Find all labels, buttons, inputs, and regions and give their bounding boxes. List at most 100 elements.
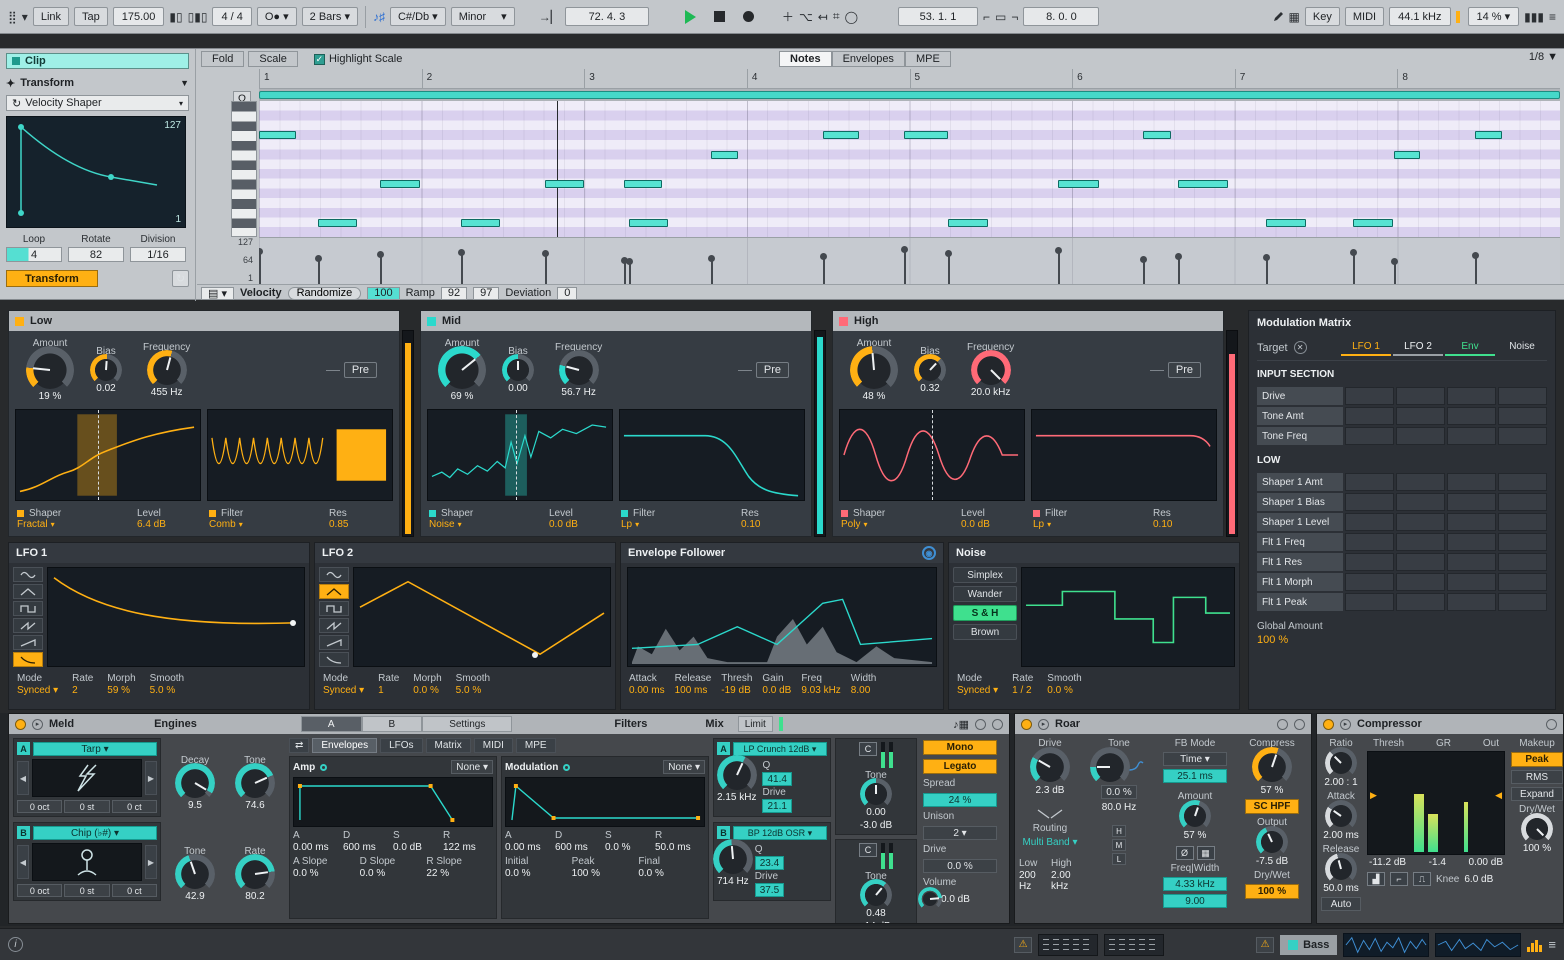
amount-knob[interactable] [443,351,481,389]
fb-time-field[interactable]: 25.1 ms [1163,769,1227,783]
bias-knob[interactable] [95,359,117,381]
capture-midi-icon[interactable]: ⌗ [833,9,840,24]
filter-display[interactable] [1031,409,1217,501]
amp-mod-select[interactable]: None ▾ [451,760,493,774]
noise-param[interactable]: Rate1 / 2 [1012,673,1033,696]
matrix-target-label[interactable]: Shaper 1 Bias [1257,493,1343,511]
scale-button[interactable]: Scale [248,51,298,67]
midi-note[interactable] [823,131,859,139]
midi-note[interactable] [1394,151,1420,159]
matrix-cell[interactable] [1345,387,1394,405]
midi-note[interactable] [1058,180,1099,188]
matrix-cell[interactable] [1345,593,1394,611]
sine-shape-icon[interactable] [319,567,349,582]
transform-section-header[interactable]: ✦ Transform ▼ [6,75,189,91]
groove-amount-button[interactable]: O● ▾ [257,7,297,26]
midi-note[interactable] [629,219,668,227]
loop-length-field[interactable]: 8. 0. 0 [1023,7,1099,26]
legato-button[interactable]: Legato [923,759,997,774]
fb-mode-select[interactable]: Time ▾ [1163,752,1227,766]
triangle-shape-icon[interactable] [319,584,349,599]
mini-automation-view[interactable] [1104,934,1164,956]
shaper-type-select[interactable]: Noise▾ [429,519,549,530]
midi-map-button[interactable]: MIDI [1345,7,1384,26]
matrix-cell[interactable] [1447,513,1496,531]
saw-shape-icon[interactable] [319,618,349,633]
noise-type-button[interactable]: S & H [953,605,1017,621]
matrix-cell[interactable] [1447,493,1496,511]
scale-icon[interactable]: ♪♯ [373,10,385,24]
matrix-target-label[interactable]: Tone Amt [1257,407,1343,425]
octave-field[interactable]: 0 oct [17,800,62,813]
roar-tone-knob[interactable] [1095,752,1125,782]
env-param[interactable]: R122 ms [443,830,493,853]
amount-knob[interactable] [31,351,69,389]
midi-note[interactable] [1475,131,1502,139]
mod-dot-icon[interactable] [320,764,327,771]
lfo-param[interactable]: Smooth5.0 % [456,673,490,696]
env-param[interactable]: Attack0.00 ms [629,673,665,696]
dry-wet-field[interactable]: 100 % [1245,884,1299,899]
overview-toggle-icon[interactable]: ≡ [1549,10,1556,24]
routing-select[interactable]: Multi Band ▾ [1022,837,1077,848]
midi-note[interactable] [461,219,500,227]
matrix-cell[interactable] [1498,427,1547,445]
res-field[interactable]: 0.10 [741,519,811,530]
scale-root-menu[interactable]: C#/Db ▾ [390,7,446,26]
env-param[interactable]: Width8.00 [851,673,877,696]
meld-tab[interactable]: A [301,716,362,732]
midi-note[interactable] [1353,219,1393,227]
matrix-cell[interactable] [1447,407,1496,425]
rotate-field[interactable]: 82 [68,247,124,262]
env-param[interactable]: A Slope0.0 % [293,856,360,879]
punch-out-icon[interactable]: ¬ [1011,10,1018,24]
midi-note[interactable] [1143,131,1171,139]
velocity-marker[interactable] [545,256,547,284]
compressor-title-bar[interactable]: ▸ Compressor [1317,714,1563,734]
clear-target-icon[interactable]: ✕ [1294,341,1307,354]
env-param[interactable]: Final0.0 % [638,856,705,879]
dry-wet-knob[interactable] [1526,818,1548,840]
shaper-display[interactable] [15,409,201,501]
mix-b-tone-knob[interactable] [865,884,887,906]
engine-a-select[interactable]: Tarp ▾ [33,742,157,756]
next-engine-icon[interactable]: ▶ [145,761,157,795]
res-field[interactable]: 0.85 [329,519,399,530]
matrix-target-label[interactable]: Shaper 1 Level [1257,513,1343,531]
meld-tab[interactable]: B [362,716,423,732]
device-on-toggle[interactable] [15,719,26,730]
matrix-target-label[interactable]: Flt 1 Freq [1257,533,1343,551]
matrix-cell[interactable] [1345,573,1394,591]
velocity-marker[interactable] [904,252,906,284]
knee-field[interactable]: 6.0 dB [1464,874,1493,885]
editor-tab[interactable]: MPE [905,51,951,67]
prev-engine-icon[interactable]: ◀ [17,761,29,795]
velocity-marker[interactable] [823,259,825,284]
low-split-field[interactable]: 200 Hz [1019,870,1043,892]
matrix-cell[interactable] [1447,387,1496,405]
listen-icon[interactable]: ◉ [922,546,936,560]
meld-tab[interactable]: Settings [422,716,512,732]
automation-alert-icon[interactable]: ⚠ [1014,937,1032,953]
tap-button[interactable]: Tap [74,7,108,26]
envelope-follower-display[interactable] [627,567,937,667]
tempo-field[interactable]: 175.00 [113,7,165,26]
matrix-cell[interactable] [1498,473,1547,491]
filter-a-drive-field[interactable]: 21.1 [762,799,791,813]
unison-select[interactable]: 2 ▾ [923,826,997,840]
meld-title-bar[interactable]: ▸ Meld Engines ABSettings Filters Mix Li… [9,714,1009,734]
preset-a-icon[interactable] [1277,719,1288,730]
matrix-cell[interactable] [1396,573,1445,591]
key-map-button[interactable]: Key [1305,7,1340,26]
hot-swap-icon[interactable]: ▸ [1340,719,1351,730]
env-param[interactable]: Initial0.0 % [505,856,572,879]
env-param[interactable]: Freq9.03 kHz [801,673,840,696]
midi-note[interactable] [259,131,296,139]
velocity-marker[interactable] [624,263,626,284]
envelope-shape-icon[interactable] [319,652,349,667]
mod-envelope-display[interactable] [505,777,705,827]
semitone-field[interactable]: 0 st [64,884,109,897]
threshold-handle[interactable]: ▶ [1370,790,1377,801]
triangle-shape-icon[interactable] [13,584,43,599]
band-h-button[interactable]: H [1112,825,1126,837]
